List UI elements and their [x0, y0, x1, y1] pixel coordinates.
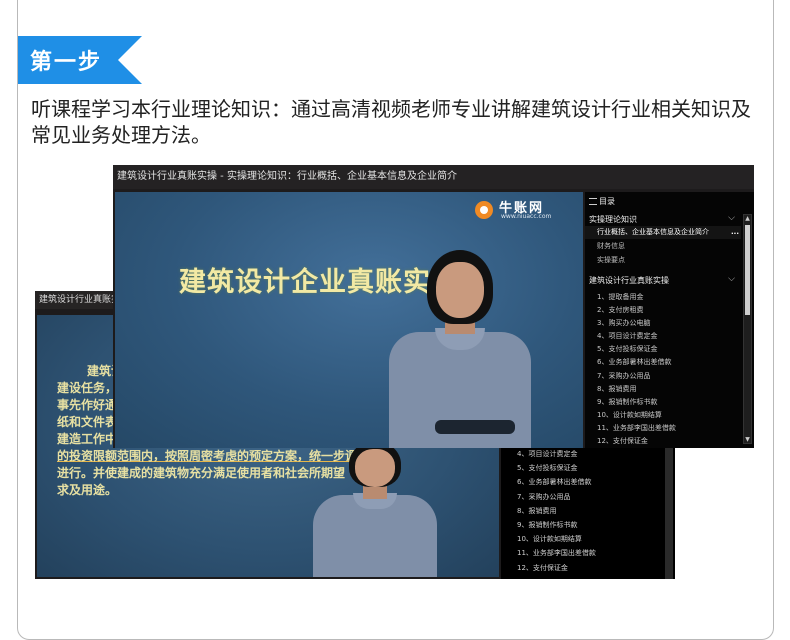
list-item[interactable]: 8、报销费用: [585, 383, 741, 396]
list-item-active[interactable]: 行业概括、企业基本信息及企业简介 ...: [585, 226, 741, 239]
more-indicator: ...: [731, 228, 739, 236]
scrollbar-thumb[interactable]: [745, 225, 750, 315]
back-sidebar: 4、项目设计费定金 5、支付投标保证金 6、业务部暑林出差借款 7、采购办公用品…: [501, 447, 675, 579]
front-video-area[interactable]: 建筑设计企业真账实 牛账网 www.niuacc.com: [115, 192, 583, 448]
list-item[interactable]: 9、报销制作标书款: [501, 518, 661, 532]
front-player-window: 建筑设计行业真账实操 - 实操理论知识：行业概括、企业基本信息及企业简介 建筑设…: [113, 165, 754, 448]
section-title: 建筑设计行业真账实操: [589, 276, 669, 285]
menu-icon: [589, 198, 597, 205]
chevron-down-icon[interactable]: ⌵: [728, 213, 735, 223]
front-sidebar: 目录 实操理论知识 ⌵ 行业概括、企业基本信息及企业简介 ... 财务信息 实操…: [585, 192, 754, 448]
front-scrollbar[interactable]: ▲ ▼: [743, 214, 752, 444]
step-description: 听课程学习本行业理论知识：通过高清视频老师专业讲解建筑设计行业相关知识及常见业务…: [31, 97, 751, 147]
list-item[interactable]: 5、支付投标保证金: [501, 461, 661, 475]
list-item[interactable]: 12、支付保证金: [501, 561, 661, 575]
list-item[interactable]: 12、支付保证金: [585, 435, 741, 448]
front-teacher-figure: [385, 250, 535, 448]
section-theory[interactable]: 实操理论知识 ⌵: [589, 213, 737, 225]
list-item[interactable]: 3、购买办公电脑: [585, 317, 741, 330]
logo-icon: [475, 201, 493, 219]
list-item-label: 行业概括、企业基本信息及企业简介: [597, 228, 709, 236]
step-badge: 第一步: [18, 36, 142, 84]
front-window-title: 建筑设计行业真账实操 - 实操理论知识：行业概括、企业基本信息及企业简介: [113, 165, 754, 189]
list-item[interactable]: 5、支付投标保证金: [585, 343, 741, 356]
list-item[interactable]: 4、项目设计费定金: [585, 330, 741, 343]
logo-url: www.niuacc.com: [501, 213, 552, 220]
brand-logo: 牛账网 www.niuacc.com: [475, 197, 575, 223]
list-item[interactable]: 财务信息: [585, 240, 741, 253]
scroll-down-icon[interactable]: ▼: [744, 436, 751, 443]
list-item[interactable]: 9、报销制作标书款: [585, 396, 741, 409]
list-item[interactable]: 11、业务部李国出差借款: [501, 546, 661, 560]
list-item[interactable]: 8、报销费用: [501, 504, 661, 518]
back-scrollbar[interactable]: [665, 447, 673, 579]
catalog-header: 目录: [589, 196, 615, 207]
scroll-up-icon[interactable]: ▲: [744, 215, 751, 222]
list-item[interactable]: 6、业务部暑林出差借款: [585, 356, 741, 369]
list-item[interactable]: 11、业务部李国出差借款: [585, 422, 741, 435]
list-item[interactable]: 4、项目设计费定金: [501, 447, 661, 461]
step-label: 第一步: [30, 50, 103, 75]
list-item[interactable]: 实操要点: [585, 254, 741, 267]
list-item[interactable]: 7、采购办公用品: [501, 490, 661, 504]
back-teacher-figure: [305, 441, 445, 577]
list-item[interactable]: 10、设计款如期结算: [501, 532, 661, 546]
section-title: 实操理论知识: [589, 215, 637, 224]
catalog-title: 目录: [599, 197, 615, 206]
list-item[interactable]: 6、业务部暑林出差借款: [501, 475, 661, 489]
chevron-down-icon[interactable]: ⌵: [728, 274, 735, 284]
list-item[interactable]: 1、提取备用金: [585, 291, 741, 304]
front-chapter-list: 1、提取备用金 2、支付房租费 3、购买办公电脑 4、项目设计费定金 5、支付投…: [585, 291, 741, 448]
list-item[interactable]: 2、支付房租费: [585, 304, 741, 317]
list-item[interactable]: 10、设计款如期结算: [585, 409, 741, 422]
section-practice[interactable]: 建筑设计行业真账实操 ⌵: [589, 274, 737, 286]
list-item[interactable]: 7、采购办公用品: [585, 370, 741, 383]
back-chapter-list: 4、项目设计费定金 5、支付投标保证金 6、业务部暑林出差借款 7、采购办公用品…: [501, 447, 661, 575]
